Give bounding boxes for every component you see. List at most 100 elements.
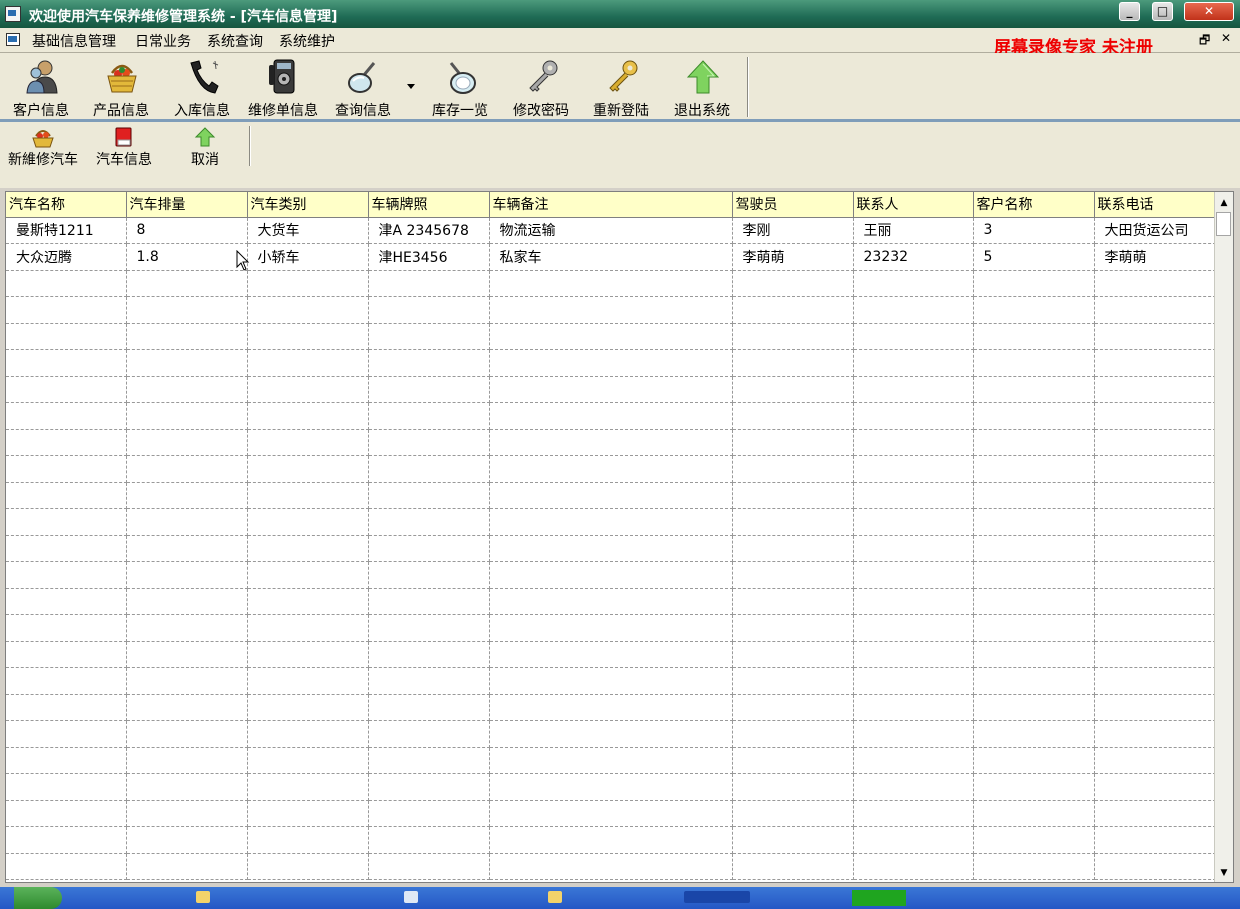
empty-table-cell[interactable]: [6, 402, 127, 430]
empty-table-cell[interactable]: [247, 296, 369, 324]
empty-table-cell[interactable]: [489, 535, 733, 562]
empty-table-cell[interactable]: [247, 429, 369, 456]
empty-table-cell[interactable]: [368, 349, 490, 377]
empty-table-cell[interactable]: [126, 773, 248, 801]
empty-table-cell[interactable]: [489, 296, 733, 324]
empty-table-cell[interactable]: [732, 323, 854, 350]
query-info-button[interactable]: 查询信息: [324, 57, 402, 119]
empty-table-cell[interactable]: [6, 800, 127, 827]
table-cell[interactable]: 23232: [853, 243, 974, 271]
empty-table-cell[interactable]: [973, 561, 1095, 589]
empty-table-cell[interactable]: [126, 720, 248, 748]
empty-table-cell[interactable]: [126, 561, 248, 589]
empty-table-cell[interactable]: [853, 641, 974, 668]
empty-table-cell[interactable]: [732, 455, 854, 483]
empty-table-cell[interactable]: [368, 296, 490, 324]
empty-table-cell[interactable]: [247, 853, 369, 880]
empty-table-cell[interactable]: [489, 720, 733, 748]
empty-table-cell[interactable]: [247, 747, 369, 774]
empty-table-cell[interactable]: [368, 482, 490, 509]
empty-table-cell[interactable]: [1094, 826, 1216, 854]
empty-table-cell[interactable]: [1094, 800, 1216, 827]
empty-table-cell[interactable]: [489, 402, 733, 430]
empty-table-cell[interactable]: [853, 482, 974, 509]
column-header-phone[interactable]: 联系电话: [1094, 192, 1216, 218]
empty-table-cell[interactable]: [6, 614, 127, 642]
empty-table-cell[interactable]: [247, 402, 369, 430]
empty-table-cell[interactable]: [732, 853, 854, 880]
empty-table-cell[interactable]: [247, 561, 369, 589]
empty-table-cell[interactable]: [732, 641, 854, 668]
empty-table-cell[interactable]: [489, 270, 733, 297]
empty-table-cell[interactable]: [247, 508, 369, 536]
empty-table-cell[interactable]: [368, 376, 490, 403]
empty-table-cell[interactable]: [732, 773, 854, 801]
empty-table-cell[interactable]: [489, 561, 733, 589]
empty-table-cell[interactable]: [732, 826, 854, 854]
empty-table-cell[interactable]: [853, 561, 974, 589]
empty-table-cell[interactable]: [732, 614, 854, 642]
minimize-button[interactable]: _: [1119, 2, 1140, 21]
scroll-up-icon[interactable]: ▲: [1215, 194, 1233, 212]
empty-table-cell[interactable]: [368, 402, 490, 430]
empty-table-cell[interactable]: [1094, 296, 1216, 324]
empty-table-cell[interactable]: [368, 535, 490, 562]
empty-table-cell[interactable]: [6, 323, 127, 350]
column-header-displacement[interactable]: 汽车排量: [126, 192, 248, 218]
maximize-button[interactable]: □: [1152, 2, 1173, 21]
scroll-down-icon[interactable]: ▼: [1215, 864, 1233, 882]
empty-table-cell[interactable]: [6, 773, 127, 801]
empty-table-cell[interactable]: [368, 826, 490, 854]
empty-table-cell[interactable]: [1094, 720, 1216, 748]
relogin-button[interactable]: 重新登陆: [582, 57, 660, 119]
empty-table-cell[interactable]: [6, 296, 127, 324]
empty-table-cell[interactable]: [853, 535, 974, 562]
empty-table-cell[interactable]: [247, 667, 369, 695]
scroll-thumb[interactable]: [1216, 212, 1231, 236]
empty-table-row[interactable]: [6, 296, 1216, 324]
empty-table-cell[interactable]: [1094, 270, 1216, 297]
empty-table-row[interactable]: [6, 800, 1216, 827]
empty-table-cell[interactable]: [973, 853, 1095, 880]
empty-table-cell[interactable]: [247, 614, 369, 642]
empty-table-cell[interactable]: [126, 455, 248, 483]
empty-table-cell[interactable]: [126, 614, 248, 642]
empty-table-cell[interactable]: [247, 535, 369, 562]
empty-table-cell[interactable]: [489, 323, 733, 350]
menu-system-query[interactable]: 系统查询: [207, 31, 263, 51]
empty-table-cell[interactable]: [732, 482, 854, 509]
empty-table-cell[interactable]: [6, 508, 127, 536]
empty-table-cell[interactable]: [6, 588, 127, 615]
empty-table-cell[interactable]: [732, 800, 854, 827]
empty-table-cell[interactable]: [489, 349, 733, 377]
empty-table-cell[interactable]: [126, 800, 248, 827]
empty-table-cell[interactable]: [732, 667, 854, 695]
empty-table-cell[interactable]: [1094, 402, 1216, 430]
empty-table-row[interactable]: [6, 694, 1216, 721]
customer-info-button[interactable]: 客户信息: [2, 57, 80, 119]
empty-table-cell[interactable]: [247, 773, 369, 801]
empty-table-cell[interactable]: [368, 720, 490, 748]
empty-table-cell[interactable]: [853, 429, 974, 456]
empty-table-row[interactable]: [6, 588, 1216, 615]
table-cell[interactable]: 大众迈腾: [6, 243, 127, 271]
empty-table-cell[interactable]: [489, 641, 733, 668]
column-header-driver[interactable]: 驾驶员: [732, 192, 854, 218]
new-repair-car-button[interactable]: 新維修汽车: [4, 126, 82, 168]
empty-table-cell[interactable]: [247, 349, 369, 377]
empty-table-cell[interactable]: [1094, 747, 1216, 774]
menu-basic-info[interactable]: 基础信息管理: [32, 31, 116, 51]
empty-table-cell[interactable]: [368, 667, 490, 695]
empty-table-cell[interactable]: [247, 826, 369, 854]
empty-table-row[interactable]: [6, 853, 1216, 880]
empty-table-cell[interactable]: [853, 747, 974, 774]
empty-table-cell[interactable]: [1094, 349, 1216, 377]
empty-table-cell[interactable]: [973, 270, 1095, 297]
empty-table-row[interactable]: [6, 402, 1216, 430]
empty-table-cell[interactable]: [1094, 773, 1216, 801]
empty-table-cell[interactable]: [853, 773, 974, 801]
empty-table-cell[interactable]: [489, 614, 733, 642]
empty-table-cell[interactable]: [368, 694, 490, 721]
empty-table-cell[interactable]: [853, 376, 974, 403]
empty-table-cell[interactable]: [368, 614, 490, 642]
